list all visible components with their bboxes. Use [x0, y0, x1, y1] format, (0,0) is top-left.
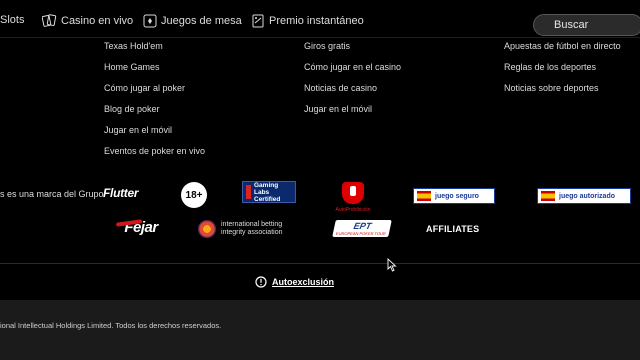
gaming-labs-text-2: Labs [254, 188, 270, 196]
playing-card-icon [143, 14, 157, 28]
spain-flag-icon [417, 191, 431, 201]
search-button[interactable]: Buscar [533, 14, 640, 36]
nav-slots-label: Slots [0, 14, 25, 26]
alert-icon [255, 276, 267, 288]
nav-instant-label: Premio instantáneo [269, 15, 364, 27]
ept-logo[interactable]: EPT EUROPEAN POKER TOUR [332, 220, 392, 237]
link-poker-movil[interactable]: Jugar en el móvil [104, 124, 205, 145]
sports-links-column: Apuestas de fútbol en directo Reglas de … [504, 40, 621, 103]
link-reglas-deportes[interactable]: Reglas de los deportes [504, 61, 621, 82]
spain-flag-icon [541, 191, 555, 201]
link-como-jugar-poker[interactable]: Cómo jugar al poker [104, 82, 205, 103]
cards-icon [42, 14, 57, 27]
flutter-logo[interactable]: Flutter [103, 186, 139, 200]
nav-premio-instantaneo[interactable]: Premio instantáneo [252, 14, 364, 28]
juego-seguro-logo[interactable]: juego seguro [413, 188, 495, 204]
gaming-labs-text-3: Certified [254, 195, 281, 203]
nav-slots[interactable]: Slots [0, 14, 24, 26]
copyright-bar: ional Intellectual Holdings Limited. Tod… [0, 300, 640, 360]
link-blog-poker[interactable]: Blog de poker [104, 103, 205, 124]
top-navigation: Slots Casino en vivo Juegos de mesa Prem… [0, 0, 640, 38]
mouse-cursor-icon [387, 258, 397, 272]
ibia-logo[interactable]: international betting integrity associat… [198, 217, 302, 241]
affiliates-link[interactable]: AFFILIATES [426, 224, 479, 234]
ibia-globe-icon [198, 220, 216, 238]
scratch-card-icon [252, 14, 264, 28]
ibia-text-2: integrity association [221, 229, 283, 236]
juego-autorizado-logo[interactable]: juego autorizado [537, 188, 631, 204]
ept-subtitle: EUROPEAN POKER TOUR [335, 230, 387, 236]
ibia-text-1: international betting [221, 221, 283, 228]
link-home-games[interactable]: Home Games [104, 61, 205, 82]
link-eventos-poker[interactable]: Eventos de poker en vivo [104, 145, 205, 166]
nav-juegos-de-mesa[interactable]: Juegos de mesa [143, 14, 242, 28]
casino-links-column: Giros gratis Cómo jugar en el casino Not… [304, 40, 401, 124]
link-noticias-casino[interactable]: Noticias de casino [304, 82, 401, 103]
copyright-text: ional Intellectual Holdings Limited. Tod… [0, 321, 222, 330]
ept-wordmark: EPT [352, 220, 373, 231]
autoprohibicion-logo[interactable]: AutoProhibición [333, 180, 373, 214]
link-apuestas-futbol[interactable]: Apuestas de fútbol en directo [504, 40, 621, 61]
gaming-labs-stripe [246, 185, 251, 199]
link-texas-holdem[interactable]: Texas Hold'em [104, 40, 205, 61]
nav-casino-en-vivo[interactable]: Casino en vivo [42, 14, 133, 27]
age-18-badge[interactable]: 18+ [181, 182, 207, 208]
gaming-labs-text-1: Gaming [254, 181, 279, 189]
link-giros-gratis[interactable]: Giros gratis [304, 40, 401, 61]
self-exclusion-label: Autoexclusión [272, 277, 335, 287]
juego-seguro-label: juego seguro [435, 192, 479, 200]
brand-statement: s es una marca del Grupo [0, 189, 104, 199]
nav-table-games-label: Juegos de mesa [161, 15, 242, 27]
autoprohibicion-label: AutoProhibición [335, 206, 371, 213]
self-exclusion-link[interactable]: Autoexclusión [255, 276, 334, 288]
nav-casino-label: Casino en vivo [61, 14, 134, 27]
link-casino-movil[interactable]: Jugar en el móvil [304, 103, 401, 124]
stop-hand-icon [342, 181, 364, 204]
link-como-jugar-casino[interactable]: Cómo jugar en el casino [304, 61, 401, 82]
link-noticias-deportes[interactable]: Noticias sobre deportes [504, 82, 621, 103]
fejar-logo[interactable]: Fejar [112, 215, 170, 240]
gaming-labs-logo[interactable]: Gaming Labs Certified [242, 181, 296, 203]
poker-links-column: Texas Hold'em Home Games Cómo jugar al p… [104, 40, 205, 166]
juego-autorizado-label: juego autorizado [559, 192, 615, 200]
footer-divider [0, 263, 640, 264]
